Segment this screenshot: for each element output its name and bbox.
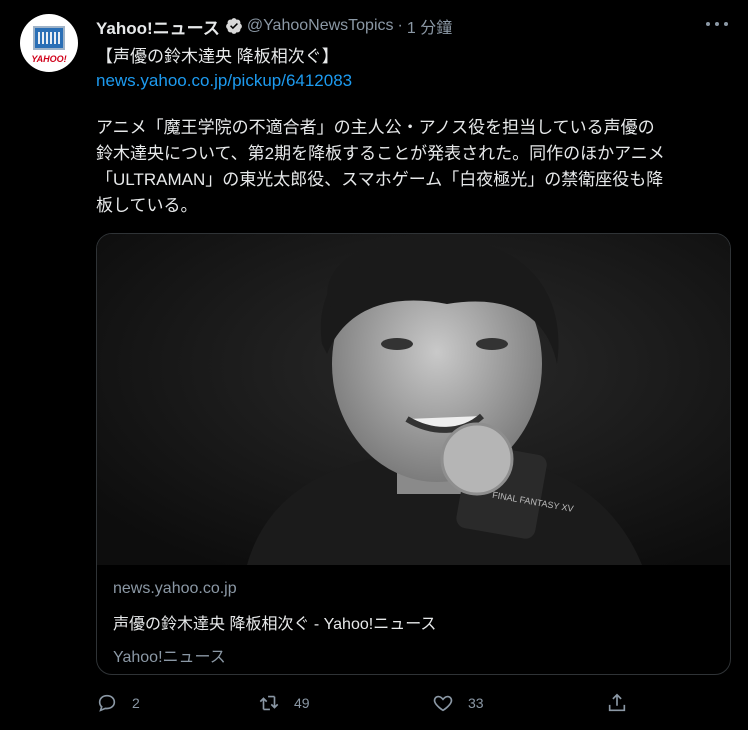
like-icon [433, 695, 453, 712]
like-count: 33 [468, 695, 484, 711]
avatar-brand: YAHOO! [31, 54, 67, 64]
news-screen-icon [33, 26, 65, 50]
tweet-header: Yahoo!ニュース @YahooNewsTopics · 1 分鐘 [96, 14, 452, 38]
tweet-body-line: アニメ「魔王学院の不適合者」の主人公・アノス役を担当している声優の [96, 118, 655, 137]
card-domain: news.yahoo.co.jp [113, 580, 237, 597]
tweet-headline: 【声優の鈴木達央 降板相次ぐ】 [96, 47, 339, 66]
tweet-body-line: 鈴木達央について、第2期を降板することが発表された。同作のほかアニメ [96, 144, 665, 163]
tweet-body: アニメ「魔王学院の不適合者」の主人公・アノス役を担当している声優の 鈴木達央につ… [96, 115, 736, 219]
like-button[interactable]: 33 [432, 692, 484, 714]
retweet-button[interactable]: 49 [258, 692, 310, 714]
card-photo[interactable]: FINAL FANTASY XV [97, 234, 730, 565]
retweet-icon [259, 695, 279, 711]
tweet-body-line: 板している。 [96, 196, 198, 215]
reply-icon [98, 694, 116, 712]
tweet-body-line: 「ULTRAMAN」の東光太郎役、スマホゲーム「白夜極光」の禁衛座役も降 [96, 170, 664, 189]
share-button[interactable] [606, 692, 628, 714]
avatar[interactable]: YAHOO! [20, 14, 78, 72]
reply-count: 2 [132, 695, 140, 711]
display-name[interactable]: Yahoo!ニュース [96, 14, 220, 39]
tweet-link[interactable]: news.yahoo.co.jp/pickup/6412083 [96, 71, 352, 91]
separator-dot: · [397, 17, 403, 34]
verified-badge-icon [225, 18, 242, 34]
card-meta: news.yahoo.co.jp 声優の鈴木達央 降板相次ぐ - Yahoo!ニ… [113, 580, 436, 667]
reply-button[interactable]: 2 [96, 692, 140, 714]
action-bar: 2 49 33 [96, 692, 736, 718]
photo-illustration: FINAL FANTASY XV [97, 234, 730, 565]
more-icon[interactable] [706, 16, 728, 32]
card-source: Yahoo!ニュース [113, 649, 226, 666]
retweet-count: 49 [294, 695, 310, 711]
timestamp[interactable]: 1 分鐘 [407, 14, 452, 38]
share-icon [608, 693, 626, 712]
card-title: 声優の鈴木達央 降板相次ぐ - Yahoo!ニュース [113, 616, 437, 633]
link-card[interactable]: FINAL FANTASY XV news.yahoo.co.jp 声優の鈴木達… [96, 233, 731, 675]
handle[interactable]: @YahooNewsTopics [247, 17, 394, 35]
